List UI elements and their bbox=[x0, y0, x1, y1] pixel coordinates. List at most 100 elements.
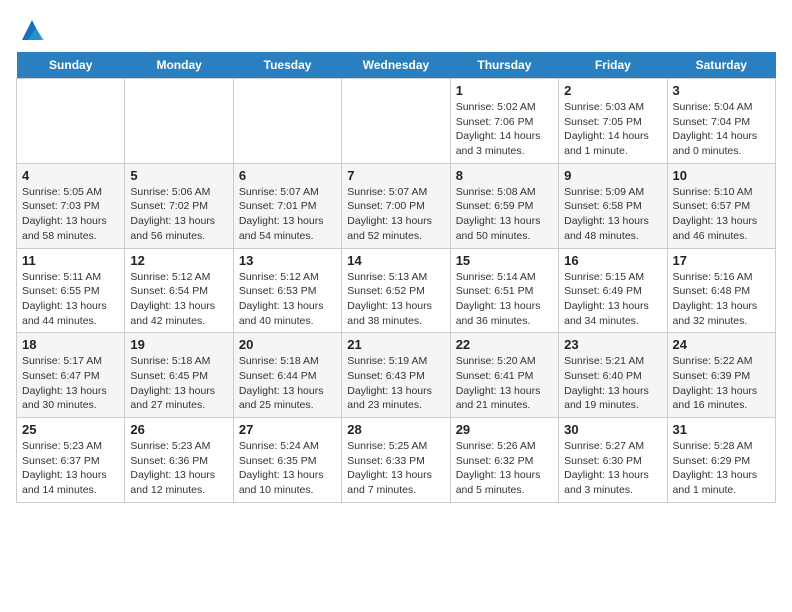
date-number: 30 bbox=[564, 422, 661, 437]
date-number: 8 bbox=[456, 168, 553, 183]
date-number: 11 bbox=[22, 253, 119, 268]
date-number: 3 bbox=[673, 83, 770, 98]
week-row-3: 11 Sunrise: 5:11 AM Sunset: 6:55 PM Dayli… bbox=[17, 248, 776, 333]
calendar-cell: 8 Sunrise: 5:08 AM Sunset: 6:59 PM Daylig… bbox=[450, 163, 558, 248]
calendar-cell: 4 Sunrise: 5:05 AM Sunset: 7:03 PM Daylig… bbox=[17, 163, 125, 248]
date-number: 14 bbox=[347, 253, 444, 268]
cell-info: Sunrise: 5:16 AM Sunset: 6:48 PM Dayligh… bbox=[673, 270, 770, 329]
cell-info: Sunrise: 5:05 AM Sunset: 7:03 PM Dayligh… bbox=[22, 185, 119, 244]
date-number: 2 bbox=[564, 83, 661, 98]
cell-info: Sunrise: 5:04 AM Sunset: 7:04 PM Dayligh… bbox=[673, 100, 770, 159]
calendar-cell: 3 Sunrise: 5:04 AM Sunset: 7:04 PM Daylig… bbox=[667, 79, 775, 164]
calendar-cell: 10 Sunrise: 5:10 AM Sunset: 6:57 PM Dayli… bbox=[667, 163, 775, 248]
week-row-2: 4 Sunrise: 5:05 AM Sunset: 7:03 PM Daylig… bbox=[17, 163, 776, 248]
cell-info: Sunrise: 5:08 AM Sunset: 6:59 PM Dayligh… bbox=[456, 185, 553, 244]
cell-info: Sunrise: 5:26 AM Sunset: 6:32 PM Dayligh… bbox=[456, 439, 553, 498]
cell-info: Sunrise: 5:12 AM Sunset: 6:54 PM Dayligh… bbox=[130, 270, 227, 329]
day-header-friday: Friday bbox=[559, 52, 667, 79]
cell-info: Sunrise: 5:19 AM Sunset: 6:43 PM Dayligh… bbox=[347, 354, 444, 413]
cell-info: Sunrise: 5:22 AM Sunset: 6:39 PM Dayligh… bbox=[673, 354, 770, 413]
calendar-cell: 16 Sunrise: 5:15 AM Sunset: 6:49 PM Dayli… bbox=[559, 248, 667, 333]
day-header-monday: Monday bbox=[125, 52, 233, 79]
cell-info: Sunrise: 5:12 AM Sunset: 6:53 PM Dayligh… bbox=[239, 270, 336, 329]
date-number: 12 bbox=[130, 253, 227, 268]
date-number: 4 bbox=[22, 168, 119, 183]
cell-info: Sunrise: 5:21 AM Sunset: 6:40 PM Dayligh… bbox=[564, 354, 661, 413]
date-number: 19 bbox=[130, 337, 227, 352]
calendar-cell: 7Sunrise: 5:07 AM Sunset: 7:00 PM Daylig… bbox=[342, 163, 450, 248]
calendar-cell: 21 Sunrise: 5:19 AM Sunset: 6:43 PM Dayli… bbox=[342, 333, 450, 418]
calendar-cell: 29 Sunrise: 5:26 AM Sunset: 6:32 PM Dayli… bbox=[450, 418, 558, 503]
calendar-cell: 25Sunrise: 5:23 AM Sunset: 6:37 PM Dayli… bbox=[17, 418, 125, 503]
date-number: 21 bbox=[347, 337, 444, 352]
date-number: 24 bbox=[673, 337, 770, 352]
date-number: 13 bbox=[239, 253, 336, 268]
calendar-cell: 26 Sunrise: 5:23 AM Sunset: 6:36 PM Dayli… bbox=[125, 418, 233, 503]
date-number: 9 bbox=[564, 168, 661, 183]
week-row-5: 25Sunrise: 5:23 AM Sunset: 6:37 PM Dayli… bbox=[17, 418, 776, 503]
cell-info: Sunrise: 5:24 AM Sunset: 6:35 PM Dayligh… bbox=[239, 439, 336, 498]
cell-info: Sunrise: 5:07 AM Sunset: 7:01 PM Dayligh… bbox=[239, 185, 336, 244]
date-number: 18 bbox=[22, 337, 119, 352]
cell-info: Sunrise: 5:15 AM Sunset: 6:49 PM Dayligh… bbox=[564, 270, 661, 329]
cell-info: Sunrise: 5:23 AM Sunset: 6:36 PM Dayligh… bbox=[130, 439, 227, 498]
calendar-cell: 9 Sunrise: 5:09 AM Sunset: 6:58 PM Daylig… bbox=[559, 163, 667, 248]
date-number: 17 bbox=[673, 253, 770, 268]
calendar-cell: 22 Sunrise: 5:20 AM Sunset: 6:41 PM Dayli… bbox=[450, 333, 558, 418]
calendar-cell: 15Sunrise: 5:14 AM Sunset: 6:51 PM Dayli… bbox=[450, 248, 558, 333]
calendar-cell: 5 Sunrise: 5:06 AM Sunset: 7:02 PM Daylig… bbox=[125, 163, 233, 248]
calendar-cell: 12 Sunrise: 5:12 AM Sunset: 6:54 PM Dayli… bbox=[125, 248, 233, 333]
day-header-saturday: Saturday bbox=[667, 52, 775, 79]
cell-info: Sunrise: 5:06 AM Sunset: 7:02 PM Dayligh… bbox=[130, 185, 227, 244]
calendar-table: SundayMondayTuesdayWednesdayThursdayFrid… bbox=[16, 52, 776, 503]
date-number: 29 bbox=[456, 422, 553, 437]
week-row-1: 1Sunrise: 5:02 AM Sunset: 7:06 PM Daylig… bbox=[17, 79, 776, 164]
date-number: 1 bbox=[456, 83, 553, 98]
calendar-cell: 1Sunrise: 5:02 AM Sunset: 7:06 PM Daylig… bbox=[450, 79, 558, 164]
date-number: 16 bbox=[564, 253, 661, 268]
cell-info: Sunrise: 5:27 AM Sunset: 6:30 PM Dayligh… bbox=[564, 439, 661, 498]
calendar-cell bbox=[342, 79, 450, 164]
cell-info: Sunrise: 5:23 AM Sunset: 6:37 PM Dayligh… bbox=[22, 439, 119, 498]
calendar-cell: 27 Sunrise: 5:24 AM Sunset: 6:35 PM Dayli… bbox=[233, 418, 341, 503]
date-number: 7 bbox=[347, 168, 444, 183]
cell-info: Sunrise: 5:13 AM Sunset: 6:52 PM Dayligh… bbox=[347, 270, 444, 329]
calendar-cell: 14 Sunrise: 5:13 AM Sunset: 6:52 PM Dayli… bbox=[342, 248, 450, 333]
week-row-4: 18 Sunrise: 5:17 AM Sunset: 6:47 PM Dayli… bbox=[17, 333, 776, 418]
cell-info: Sunrise: 5:03 AM Sunset: 7:05 PM Dayligh… bbox=[564, 100, 661, 159]
cell-info: Sunrise: 5:28 AM Sunset: 6:29 PM Dayligh… bbox=[673, 439, 770, 498]
calendar-cell: 23 Sunrise: 5:21 AM Sunset: 6:40 PM Dayli… bbox=[559, 333, 667, 418]
day-header-tuesday: Tuesday bbox=[233, 52, 341, 79]
calendar-cell: 31Sunrise: 5:28 AM Sunset: 6:29 PM Dayli… bbox=[667, 418, 775, 503]
day-header-wednesday: Wednesday bbox=[342, 52, 450, 79]
cell-info: Sunrise: 5:11 AM Sunset: 6:55 PM Dayligh… bbox=[22, 270, 119, 329]
logo-icon bbox=[18, 16, 46, 44]
calendar-cell: 19 Sunrise: 5:18 AM Sunset: 6:45 PM Dayli… bbox=[125, 333, 233, 418]
cell-info: Sunrise: 5:14 AM Sunset: 6:51 PM Dayligh… bbox=[456, 270, 553, 329]
day-header-sunday: Sunday bbox=[17, 52, 125, 79]
calendar-cell bbox=[17, 79, 125, 164]
date-number: 23 bbox=[564, 337, 661, 352]
calendar-cell: 20Sunrise: 5:18 AM Sunset: 6:44 PM Dayli… bbox=[233, 333, 341, 418]
cell-info: Sunrise: 5:17 AM Sunset: 6:47 PM Dayligh… bbox=[22, 354, 119, 413]
calendar-cell: 30 Sunrise: 5:27 AM Sunset: 6:30 PM Dayli… bbox=[559, 418, 667, 503]
cell-info: Sunrise: 5:18 AM Sunset: 6:45 PM Dayligh… bbox=[130, 354, 227, 413]
date-number: 10 bbox=[673, 168, 770, 183]
date-number: 26 bbox=[130, 422, 227, 437]
cell-info: Sunrise: 5:09 AM Sunset: 6:58 PM Dayligh… bbox=[564, 185, 661, 244]
calendar-cell bbox=[233, 79, 341, 164]
logo bbox=[16, 16, 46, 40]
calendar-cell: 24 Sunrise: 5:22 AM Sunset: 6:39 PM Dayli… bbox=[667, 333, 775, 418]
calendar-cell: 17 Sunrise: 5:16 AM Sunset: 6:48 PM Dayli… bbox=[667, 248, 775, 333]
date-number: 20 bbox=[239, 337, 336, 352]
calendar-cell: 18 Sunrise: 5:17 AM Sunset: 6:47 PM Dayli… bbox=[17, 333, 125, 418]
calendar-cell: 2 Sunrise: 5:03 AM Sunset: 7:05 PM Daylig… bbox=[559, 79, 667, 164]
cell-info: Sunrise: 5:10 AM Sunset: 6:57 PM Dayligh… bbox=[673, 185, 770, 244]
calendar-cell: 13 Sunrise: 5:12 AM Sunset: 6:53 PM Dayli… bbox=[233, 248, 341, 333]
calendar-cell: 11 Sunrise: 5:11 AM Sunset: 6:55 PM Dayli… bbox=[17, 248, 125, 333]
date-number: 27 bbox=[239, 422, 336, 437]
cell-info: Sunrise: 5:20 AM Sunset: 6:41 PM Dayligh… bbox=[456, 354, 553, 413]
date-number: 22 bbox=[456, 337, 553, 352]
calendar-cell: 6Sunrise: 5:07 AM Sunset: 7:01 PM Daylig… bbox=[233, 163, 341, 248]
date-number: 5 bbox=[130, 168, 227, 183]
